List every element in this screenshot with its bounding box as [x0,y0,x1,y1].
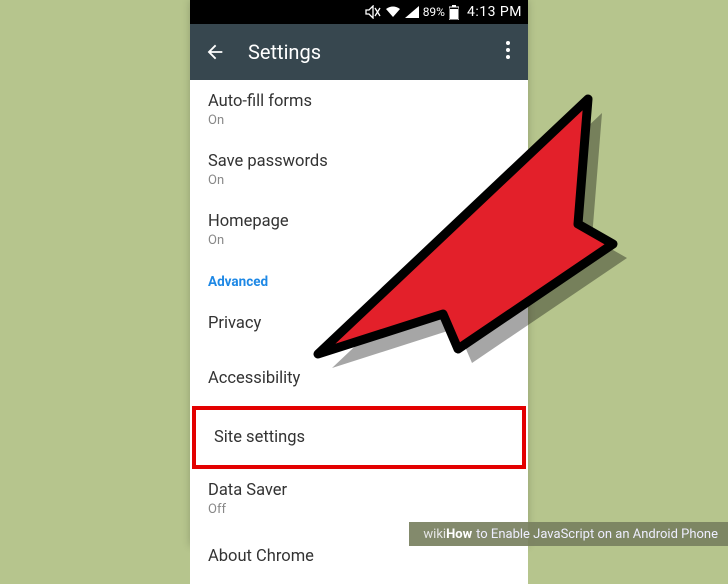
watermark-brand-part1: wiki [423,527,446,542]
item-subtitle: On [208,173,510,188]
data-saver-item[interactable]: Data Saver Off [190,469,528,529]
status-time: 4:13 PM [467,4,522,20]
battery-percent: 89% [423,5,445,19]
phone-screen: 89% 4:13 PM Settings Auto-fill forms On … [190,0,528,546]
item-label: Auto-fill forms [208,92,510,111]
item-subtitle: On [208,233,510,248]
site-settings-item[interactable]: Site settings [192,406,526,469]
page-title: Settings [248,40,484,64]
signal-icon [405,6,419,18]
watermark-text: to Enable JavaScript on an Android Phone [476,527,718,542]
more-icon[interactable] [506,41,514,64]
watermark-brand-part2: How [446,527,472,542]
back-arrow-icon[interactable] [204,41,226,63]
item-label: Data Saver [208,481,510,500]
settings-list: Auto-fill forms On Save passwords On Hom… [190,80,528,584]
accessibility-item[interactable]: Accessibility [190,351,528,406]
homepage-item[interactable]: Homepage On [190,200,528,260]
mute-icon [365,5,381,19]
battery-icon [449,5,459,20]
privacy-item[interactable]: Privacy [190,296,528,351]
item-label: Save passwords [208,152,510,171]
app-bar: Settings [190,24,528,80]
status-bar: 89% 4:13 PM [190,0,528,24]
autofill-forms-item[interactable]: Auto-fill forms On [190,80,528,140]
wifi-icon [385,6,401,18]
watermark: wikiHow to Enable JavaScript on an Andro… [409,522,728,546]
item-subtitle: Off [208,502,510,517]
advanced-section-header: Advanced [190,260,528,296]
item-label: Homepage [208,212,510,231]
item-subtitle: On [208,113,510,128]
save-passwords-item[interactable]: Save passwords On [190,140,528,200]
